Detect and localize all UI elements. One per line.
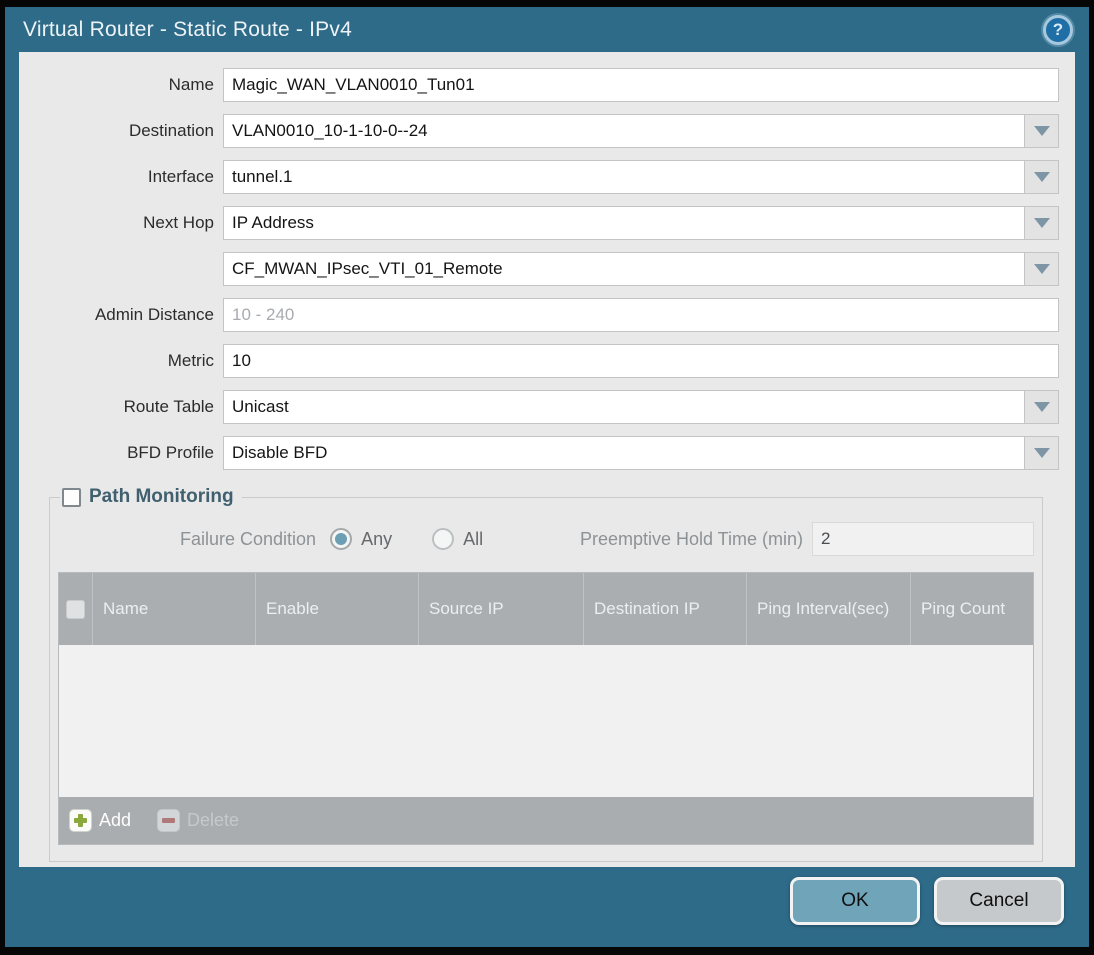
- delete-button-label: Delete: [187, 810, 240, 830]
- path-monitoring-table: Name Enable Source IP Destination IP Pin…: [58, 572, 1034, 845]
- next-hop-label: Next Hop: [143, 213, 214, 232]
- chevron-down-icon: [1033, 448, 1050, 458]
- select-all-checkbox[interactable]: [66, 599, 85, 619]
- help-icon[interactable]: ?: [1043, 14, 1073, 45]
- chevron-down-icon: [1033, 172, 1050, 182]
- form-row-name: Name: [27, 68, 1059, 102]
- form-row-route-table: Route Table: [27, 390, 1059, 424]
- metric-label: Metric: [167, 351, 214, 370]
- cancel-button[interactable]: Cancel: [934, 877, 1064, 925]
- metric-input[interactable]: [223, 344, 1059, 378]
- bfd-profile-dropdown-button[interactable]: [1025, 436, 1059, 470]
- path-monitoring-title: Path Monitoring: [89, 486, 234, 507]
- interface-label: Interface: [147, 167, 214, 186]
- interface-dropdown-button[interactable]: [1025, 160, 1059, 194]
- table-body-empty: [59, 645, 1033, 797]
- interface-input[interactable]: [223, 160, 1025, 194]
- preemptive-hold-time-group: Preemptive Hold Time (min): [580, 522, 1034, 556]
- column-header-ping-interval[interactable]: Ping Interval(sec): [747, 573, 911, 645]
- form-row-bfd-profile: BFD Profile: [27, 436, 1059, 470]
- destination-label: Destination: [128, 121, 214, 140]
- delete-button[interactable]: Delete: [157, 809, 239, 832]
- ok-button[interactable]: OK: [790, 877, 920, 925]
- failure-condition-all-label: All: [463, 528, 484, 549]
- failure-condition-all-radio[interactable]: [432, 528, 455, 550]
- route-table-input[interactable]: [223, 390, 1025, 424]
- name-label: Name: [168, 75, 214, 94]
- admin-distance-input[interactable]: [223, 298, 1059, 332]
- chevron-down-icon: [1033, 402, 1050, 412]
- chevron-down-icon: [1033, 218, 1050, 228]
- route-table-dropdown-button[interactable]: [1025, 390, 1059, 424]
- next-hop-type-input[interactable]: [223, 206, 1025, 240]
- next-hop-type-dropdown-button[interactable]: [1025, 206, 1059, 240]
- bfd-profile-input[interactable]: [223, 436, 1025, 470]
- failure-condition-row: Failure Condition Any All Preemptive Hol…: [58, 522, 1034, 556]
- destination-input[interactable]: [223, 114, 1025, 148]
- column-header-ping-count[interactable]: Ping Count: [911, 573, 1033, 645]
- column-header-source-ip[interactable]: Source IP: [419, 573, 584, 645]
- name-input[interactable]: [223, 68, 1059, 102]
- column-header-enable[interactable]: Enable: [256, 573, 419, 645]
- path-monitoring-section: Path Monitoring Failure Condition Any Al…: [49, 486, 1043, 862]
- column-header-destination-ip[interactable]: Destination IP: [584, 573, 747, 645]
- add-button-label: Add: [99, 810, 132, 830]
- column-header-name[interactable]: Name: [93, 573, 256, 645]
- failure-condition-any-label: Any: [361, 528, 393, 549]
- chevron-down-icon: [1033, 264, 1050, 274]
- form-row-metric: Metric: [27, 344, 1059, 378]
- form-row-interface: Interface: [27, 160, 1059, 194]
- bfd-profile-label: BFD Profile: [127, 443, 214, 462]
- titlebar: Virtual Router - Static Route - IPv4 ?: [5, 7, 1089, 52]
- destination-dropdown-button[interactable]: [1025, 114, 1059, 148]
- dialog-title: Virtual Router - Static Route - IPv4: [23, 17, 352, 41]
- static-route-dialog: Virtual Router - Static Route - IPv4 ? N…: [0, 0, 1094, 955]
- path-monitoring-checkbox[interactable]: [62, 487, 81, 507]
- form-row-next-hop: Next Hop: [27, 206, 1059, 240]
- next-hop-address-dropdown-button[interactable]: [1025, 252, 1059, 286]
- admin-distance-label: Admin Distance: [94, 305, 214, 324]
- form-row-admin-distance: Admin Distance: [27, 298, 1059, 332]
- add-button[interactable]: Add: [69, 809, 131, 832]
- path-monitoring-legend: Path Monitoring: [60, 486, 242, 508]
- preemptive-hold-time-label: Preemptive Hold Time (min): [579, 528, 803, 549]
- failure-condition-any-radio[interactable]: [330, 528, 353, 550]
- form-row-destination: Destination: [27, 114, 1059, 148]
- dialog-body: Name Destination Interface Next Hop: [19, 52, 1075, 867]
- plus-icon: [69, 809, 92, 832]
- route-table-label: Route Table: [123, 397, 214, 416]
- table-header-row: Name Enable Source IP Destination IP Pin…: [59, 573, 1033, 645]
- next-hop-address-input[interactable]: [223, 252, 1025, 286]
- failure-condition-radio-group: Any All: [316, 528, 509, 550]
- chevron-down-icon: [1033, 126, 1050, 136]
- preemptive-hold-time-input[interactable]: [812, 522, 1034, 556]
- dialog-footer: OK Cancel: [5, 867, 1089, 947]
- minus-icon: [157, 809, 181, 832]
- failure-condition-label: Failure Condition: [180, 528, 317, 549]
- table-footer: Add Delete: [59, 797, 1033, 844]
- form-row-next-hop-address: [27, 252, 1059, 286]
